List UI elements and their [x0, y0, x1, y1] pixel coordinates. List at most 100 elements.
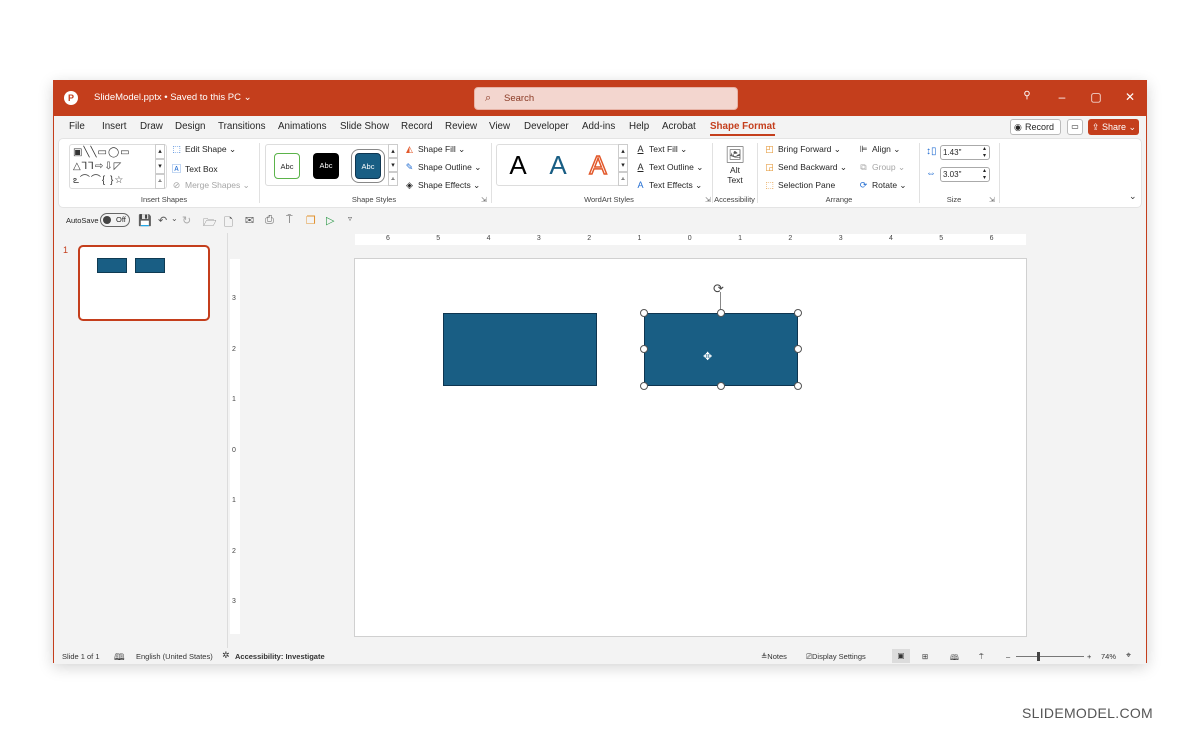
collapse-ribbon-chevron-icon[interactable]: ⌄ — [1129, 191, 1137, 202]
slideshow-view-icon[interactable]: ⍑ — [979, 652, 984, 662]
search-box[interactable]: ⌕ Search — [474, 87, 738, 110]
resize-handle-top-right[interactable] — [794, 309, 802, 317]
text-effects-button[interactable]: A Text Effects ⌄ — [635, 180, 702, 191]
rectangle-1[interactable] — [443, 313, 597, 386]
wordart-more[interactable]: ⩡ — [618, 172, 628, 186]
tab-acrobat[interactable]: Acrobat — [662, 121, 696, 132]
send-backward-button[interactable]: ◲ Send Backward ⌄ — [764, 162, 847, 173]
selection-pane-button[interactable]: ⬚ Selection Pane — [764, 180, 835, 191]
resize-handle-bottom-left[interactable] — [640, 382, 648, 390]
group-button[interactable]: ⧉ Group ⌄ — [858, 162, 905, 173]
gallery-scroll-down[interactable]: ▾ — [155, 159, 165, 174]
rotate-handle-icon[interactable]: ⟳ — [713, 281, 724, 297]
shapes-row[interactable]: ఽ⌒⌒{ }☆ — [73, 174, 163, 188]
tab-help[interactable]: Help — [629, 121, 649, 132]
comments-button[interactable]: ▭ — [1067, 119, 1083, 135]
text-box-button[interactable]: 🄰 Text Box — [171, 162, 218, 175]
tab-file[interactable]: File — [69, 121, 85, 132]
tab-slide-show[interactable]: Slide Show — [340, 121, 389, 132]
resize-handle-bottom[interactable] — [717, 382, 725, 390]
styles-more[interactable]: ⩡ — [388, 172, 398, 186]
tab-add-ins[interactable]: Add-ins — [582, 121, 615, 132]
pane-divider[interactable] — [227, 233, 228, 648]
zoom-in-button[interactable]: + — [1087, 652, 1091, 661]
undo-dropdown-icon[interactable]: ⌄ — [171, 214, 178, 223]
wordart-scroll-down[interactable]: ▾ — [618, 158, 628, 172]
shape-styles-launcher-icon[interactable]: ⇲ — [481, 196, 487, 204]
arrange-icon[interactable]: ❐ — [306, 214, 316, 227]
slide-sorter-icon[interactable]: ⊞ — [922, 652, 928, 661]
slide-canvas[interactable]: ✥ ⟳ — [354, 258, 1027, 637]
bring-forward-button[interactable]: ◰ Bring Forward ⌄ — [764, 144, 841, 155]
undo-icon[interactable]: ↶ — [158, 214, 167, 227]
shape-styles-gallery[interactable]: Abc Abc Abc — [265, 144, 391, 186]
height-spinner[interactable]: ▴ ▾ — [983, 146, 986, 159]
wordart-sample-orange-outline[interactable]: A — [583, 149, 613, 181]
tab-review[interactable]: Review — [445, 121, 477, 132]
customize-qat-icon[interactable]: ▿ — [348, 214, 352, 223]
document-title[interactable]: SlideModel.pptx • Saved to this PC ⌄ — [94, 92, 252, 103]
shape-fill-button[interactable]: ◭ Shape Fill ⌄ — [404, 144, 465, 155]
shapes-gallery[interactable]: ▣╲╲▭◯▭ △⅂⅂⇨⇩◸ ఽ⌒⌒{ }☆ — [69, 144, 167, 189]
text-outline-button[interactable]: A Text Outline ⌄ — [635, 162, 703, 173]
resize-handle-bottom-right[interactable] — [794, 382, 802, 390]
rotate-button[interactable]: ⟳ Rotate ⌄ — [858, 180, 907, 191]
style-sample-outline-green[interactable]: Abc — [274, 153, 300, 179]
resize-handle-top-left[interactable] — [640, 309, 648, 317]
resize-handle-right[interactable] — [794, 345, 802, 353]
share-button[interactable]: Share ⌄ — [1088, 119, 1139, 135]
rectangle-2-selected[interactable]: ✥ — [644, 313, 798, 386]
wordart-scroll-up[interactable]: ▴ — [618, 144, 628, 158]
align-button[interactable]: ⊫ Align ⌄ — [858, 144, 901, 155]
alt-text-button[interactable]: 🖼 Alt Text — [723, 145, 747, 185]
zoom-level[interactable]: 74% — [1101, 652, 1116, 661]
zoom-slider-thumb[interactable] — [1037, 652, 1040, 661]
record-button[interactable]: Record — [1010, 119, 1061, 135]
fit-slide-icon[interactable]: ⌖ — [1126, 650, 1131, 661]
presenter-icon[interactable]: ⍑ — [286, 214, 293, 227]
slideshow-from-current-icon[interactable]: ▷ — [326, 214, 334, 227]
redo-icon[interactable]: ↻ — [182, 214, 191, 227]
shape-width-input[interactable]: 3.03" ▴ ▾ — [940, 167, 990, 182]
maximize-button[interactable]: ▢ — [1087, 90, 1105, 104]
tab-shape-format[interactable]: Shape Format — [710, 121, 776, 136]
close-button[interactable]: ✕ — [1121, 90, 1139, 104]
styles-scroll-down[interactable]: ▾ — [388, 158, 398, 172]
tab-design[interactable]: Design — [175, 121, 206, 132]
gallery-more[interactable]: ⩡ — [155, 174, 165, 189]
open-folder-icon[interactable]: 🗁 — [203, 214, 217, 233]
width-spinner[interactable]: ▴ ▾ — [983, 168, 986, 181]
tab-record[interactable]: Record — [401, 121, 433, 132]
shapes-row[interactable]: ▣╲╲▭◯▭ — [73, 146, 163, 160]
merge-shapes-button[interactable]: ⊘ Merge Shapes ⌄ — [171, 180, 250, 191]
tab-insert[interactable]: Insert — [102, 121, 127, 132]
new-file-icon[interactable]: 🗋 — [224, 214, 233, 233]
gallery-scroll-up[interactable]: ▴ — [155, 144, 165, 159]
normal-view-button[interactable]: ▣ — [892, 649, 910, 663]
style-sample-black[interactable]: Abc — [313, 153, 339, 179]
tab-draw[interactable]: Draw — [140, 121, 163, 132]
autosave-toggle[interactable]: Off — [100, 213, 130, 227]
spell-check-icon[interactable]: 🕮 — [114, 650, 125, 666]
shape-height-input[interactable]: 1.43" ▴ ▾ — [940, 145, 990, 160]
resize-handle-top[interactable] — [717, 309, 725, 317]
size-launcher-icon[interactable]: ⇲ — [989, 196, 995, 204]
notes-button[interactable]: ≜Notes — [761, 652, 787, 661]
edit-shape-button[interactable]: ⬚ Edit Shape ⌄ — [171, 144, 236, 155]
wordart-sample-black[interactable]: A — [503, 150, 533, 181]
tab-transitions[interactable]: Transitions — [218, 121, 266, 132]
minimize-button[interactable]: – — [1053, 90, 1071, 104]
save-icon[interactable]: 💾 — [138, 214, 152, 227]
accessibility-status[interactable]: Accessibility: Investigate — [235, 652, 325, 661]
wordart-sample-blue[interactable]: A — [543, 150, 573, 181]
shape-effects-button[interactable]: ◈ Shape Effects ⌄ — [404, 180, 480, 191]
wordart-gallery[interactable]: A A A — [496, 144, 620, 186]
zoom-slider-track[interactable] — [1016, 656, 1084, 657]
tab-view[interactable]: View — [489, 121, 510, 132]
text-fill-button[interactable]: A Text Fill ⌄ — [635, 144, 687, 155]
email-icon[interactable]: ✉ — [245, 214, 254, 227]
slide-thumbnail[interactable] — [78, 245, 210, 321]
wordart-launcher-icon[interactable]: ⇲ — [705, 196, 711, 204]
reading-view-icon[interactable]: 🕮 — [950, 652, 959, 665]
print-icon[interactable]: ⎙ — [265, 214, 274, 227]
